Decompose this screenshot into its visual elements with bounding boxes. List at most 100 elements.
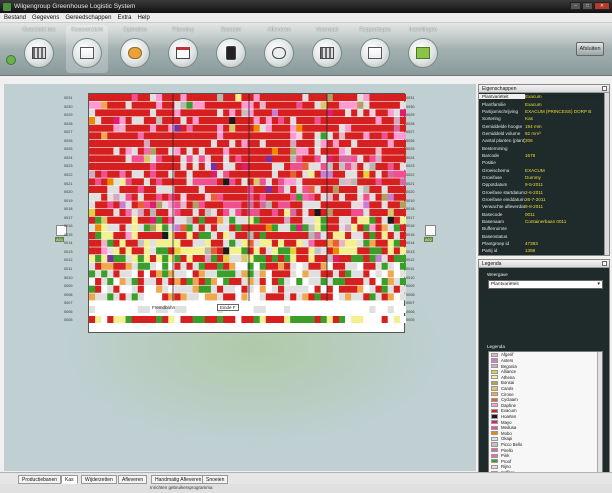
container-cell[interactable]	[296, 147, 303, 155]
container-cell[interactable]	[369, 216, 376, 224]
container-cell[interactable]	[369, 209, 376, 217]
property-row[interactable]: Bufferruimte	[479, 225, 609, 232]
container-cell[interactable]	[308, 262, 315, 270]
container-cell[interactable]	[387, 278, 395, 286]
buffer-cell[interactable]	[198, 306, 206, 313]
container-cell[interactable]	[156, 216, 163, 224]
container-cell[interactable]	[259, 255, 267, 263]
container-cell[interactable]	[259, 278, 267, 286]
container-cell[interactable]	[113, 224, 120, 232]
container-cell[interactable]	[363, 94, 370, 102]
container-cell[interactable]	[277, 140, 285, 148]
container-cell[interactable]	[345, 270, 352, 278]
container-cell[interactable]	[253, 117, 260, 125]
container-cell[interactable]	[345, 285, 352, 293]
menu-item-gegevens[interactable]: Gegevens	[32, 15, 59, 21]
container-cell[interactable]	[241, 124, 248, 132]
container-cell[interactable]	[387, 147, 395, 155]
container-cell[interactable]	[277, 232, 285, 240]
container-cell[interactable]	[326, 124, 334, 132]
container-cell[interactable]	[326, 270, 334, 278]
buffer-cell[interactable]	[113, 306, 120, 313]
container-cell[interactable]	[235, 155, 242, 163]
container-cell[interactable]	[162, 255, 169, 263]
container-cell[interactable]	[363, 232, 370, 240]
container-cell[interactable]	[113, 163, 120, 171]
buffer-cell[interactable]	[107, 306, 114, 313]
container-cell[interactable]	[223, 270, 230, 278]
container-cell[interactable]	[95, 155, 102, 163]
container-cell[interactable]	[204, 247, 212, 255]
container-cell[interactable]	[277, 163, 285, 171]
container-cell[interactable]	[125, 117, 132, 125]
property-row[interactable]: Basenstatus	[479, 233, 609, 240]
container-cell[interactable]	[284, 270, 291, 278]
container-cell[interactable]	[101, 270, 108, 278]
container-cell[interactable]	[131, 178, 139, 186]
container-cell[interactable]	[149, 155, 157, 163]
container-cell[interactable]	[198, 278, 206, 286]
container-cell[interactable]	[296, 201, 303, 209]
container-cell[interactable]	[162, 201, 169, 209]
container-cell[interactable]	[217, 216, 224, 224]
buffer-cell[interactable]	[320, 306, 328, 313]
container-cell[interactable]	[174, 255, 181, 263]
container-cell[interactable]	[393, 163, 401, 171]
container-cell[interactable]	[174, 163, 181, 171]
container-cell[interactable]	[284, 247, 291, 255]
container-cell[interactable]	[338, 186, 346, 194]
container-cell[interactable]	[345, 140, 352, 148]
container-cell[interactable]	[253, 255, 260, 263]
container-cell[interactable]	[156, 270, 163, 278]
container-cell[interactable]	[332, 232, 340, 240]
buffer-cell[interactable]	[204, 316, 212, 323]
container-cell[interactable]	[253, 232, 260, 240]
container-cell[interactable]	[186, 285, 193, 293]
container-cell[interactable]	[131, 270, 139, 278]
container-cell[interactable]	[393, 285, 401, 293]
container-cell[interactable]	[156, 239, 163, 247]
container-cell[interactable]	[235, 209, 242, 217]
container-cell[interactable]	[95, 262, 102, 270]
container-cell[interactable]	[241, 278, 248, 286]
container-cell[interactable]	[284, 224, 291, 232]
container-cell[interactable]	[235, 262, 242, 270]
buffer-cell[interactable]	[125, 316, 132, 323]
container-cell[interactable]	[381, 201, 389, 209]
container-cell[interactable]	[277, 117, 285, 125]
container-cell[interactable]	[192, 232, 200, 240]
container-cell[interactable]	[320, 94, 328, 102]
container-cell[interactable]	[149, 193, 157, 201]
ribbon-button-voorraad[interactable]: Voorraad	[306, 25, 348, 73]
container-cell[interactable]	[369, 109, 376, 117]
container-cell[interactable]	[320, 262, 328, 270]
container-cell[interactable]	[174, 178, 181, 186]
buffer-cell[interactable]	[192, 306, 200, 313]
container-cell[interactable]	[113, 155, 120, 163]
container-cell[interactable]	[375, 247, 382, 255]
container-cell[interactable]	[387, 94, 395, 102]
container-cell[interactable]	[143, 140, 151, 148]
container-cell[interactable]	[217, 209, 224, 217]
container-cell[interactable]	[125, 170, 132, 178]
container-cell[interactable]	[253, 109, 260, 117]
container-cell[interactable]	[381, 193, 389, 201]
container-cell[interactable]	[143, 293, 151, 301]
container-cell[interactable]	[131, 155, 139, 163]
container-cell[interactable]	[369, 193, 376, 201]
container-cell[interactable]	[290, 147, 297, 155]
container-cell[interactable]	[131, 247, 139, 255]
container-cell[interactable]	[125, 186, 132, 194]
container-cell[interactable]	[174, 140, 181, 148]
container-cell[interactable]	[156, 170, 163, 178]
container-cell[interactable]	[137, 155, 145, 163]
container-cell[interactable]	[271, 101, 279, 109]
container-cell[interactable]	[229, 117, 236, 125]
buffer-cell[interactable]	[351, 306, 358, 313]
container-cell[interactable]	[119, 262, 126, 270]
container-cell[interactable]	[101, 140, 108, 148]
container-cell[interactable]	[247, 155, 254, 163]
container-cell[interactable]	[192, 278, 200, 286]
container-cell[interactable]	[210, 109, 218, 117]
container-cell[interactable]	[210, 239, 218, 247]
